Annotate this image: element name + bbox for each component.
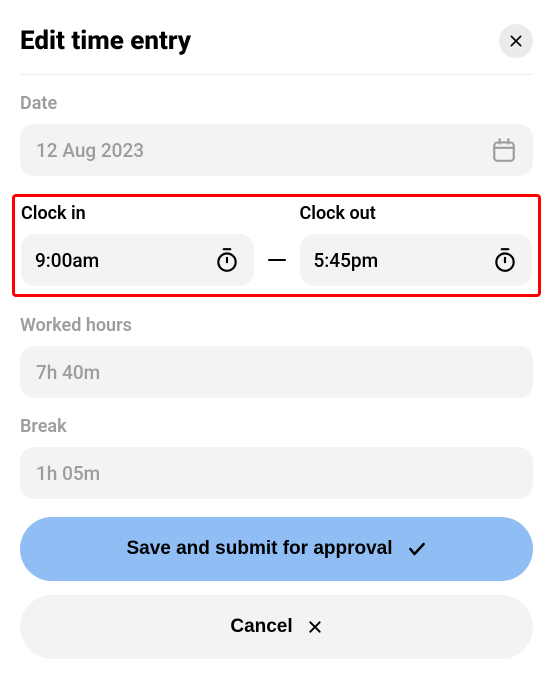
x-icon <box>307 619 323 635</box>
date-field: Date 12 Aug 2023 <box>20 93 533 176</box>
worked-hours-label: Worked hours <box>20 315 533 336</box>
date-label: Date <box>20 93 533 114</box>
save-submit-button[interactable]: Save and submit for approval <box>20 517 533 581</box>
stopwatch-icon <box>492 247 518 273</box>
time-row: Clock in 9:00am Clock out 5:45pm <box>21 203 532 286</box>
save-button-label: Save and submit for approval <box>126 538 392 560</box>
break-input[interactable]: 1h 05m <box>20 447 533 499</box>
clock-in-field: Clock in 9:00am <box>21 203 254 286</box>
clock-out-label: Clock out <box>300 203 533 224</box>
clock-out-input[interactable]: 5:45pm <box>300 234 533 286</box>
dialog-header: Edit time entry <box>20 24 533 58</box>
cancel-button-label: Cancel <box>230 616 292 638</box>
worked-hours-value: 7h 40m <box>36 361 100 384</box>
close-button[interactable] <box>499 24 533 58</box>
time-separator <box>268 259 286 262</box>
clock-in-label: Clock in <box>21 203 254 224</box>
break-label: Break <box>20 416 533 437</box>
clock-in-value: 9:00am <box>35 249 99 272</box>
date-input[interactable]: 12 Aug 2023 <box>20 124 533 176</box>
worked-hours-input: 7h 40m <box>20 346 533 398</box>
date-value: 12 Aug 2023 <box>36 139 144 162</box>
time-row-highlight: Clock in 9:00am Clock out 5:45pm <box>12 194 541 297</box>
dialog: Edit time entry Date 12 Aug 2023 Clock i… <box>0 0 553 679</box>
worked-hours-field: Worked hours 7h 40m <box>20 315 533 398</box>
clock-in-input[interactable]: 9:00am <box>21 234 254 286</box>
stopwatch-icon <box>214 247 240 273</box>
dialog-title: Edit time entry <box>20 26 191 56</box>
break-field: Break 1h 05m <box>20 416 533 499</box>
close-icon <box>508 33 524 49</box>
clock-out-value: 5:45pm <box>314 249 379 272</box>
divider <box>20 74 533 75</box>
cancel-button[interactable]: Cancel <box>20 595 533 659</box>
break-value: 1h 05m <box>36 462 100 485</box>
check-icon <box>407 539 427 559</box>
clock-out-field: Clock out 5:45pm <box>300 203 533 286</box>
calendar-icon <box>491 137 517 163</box>
